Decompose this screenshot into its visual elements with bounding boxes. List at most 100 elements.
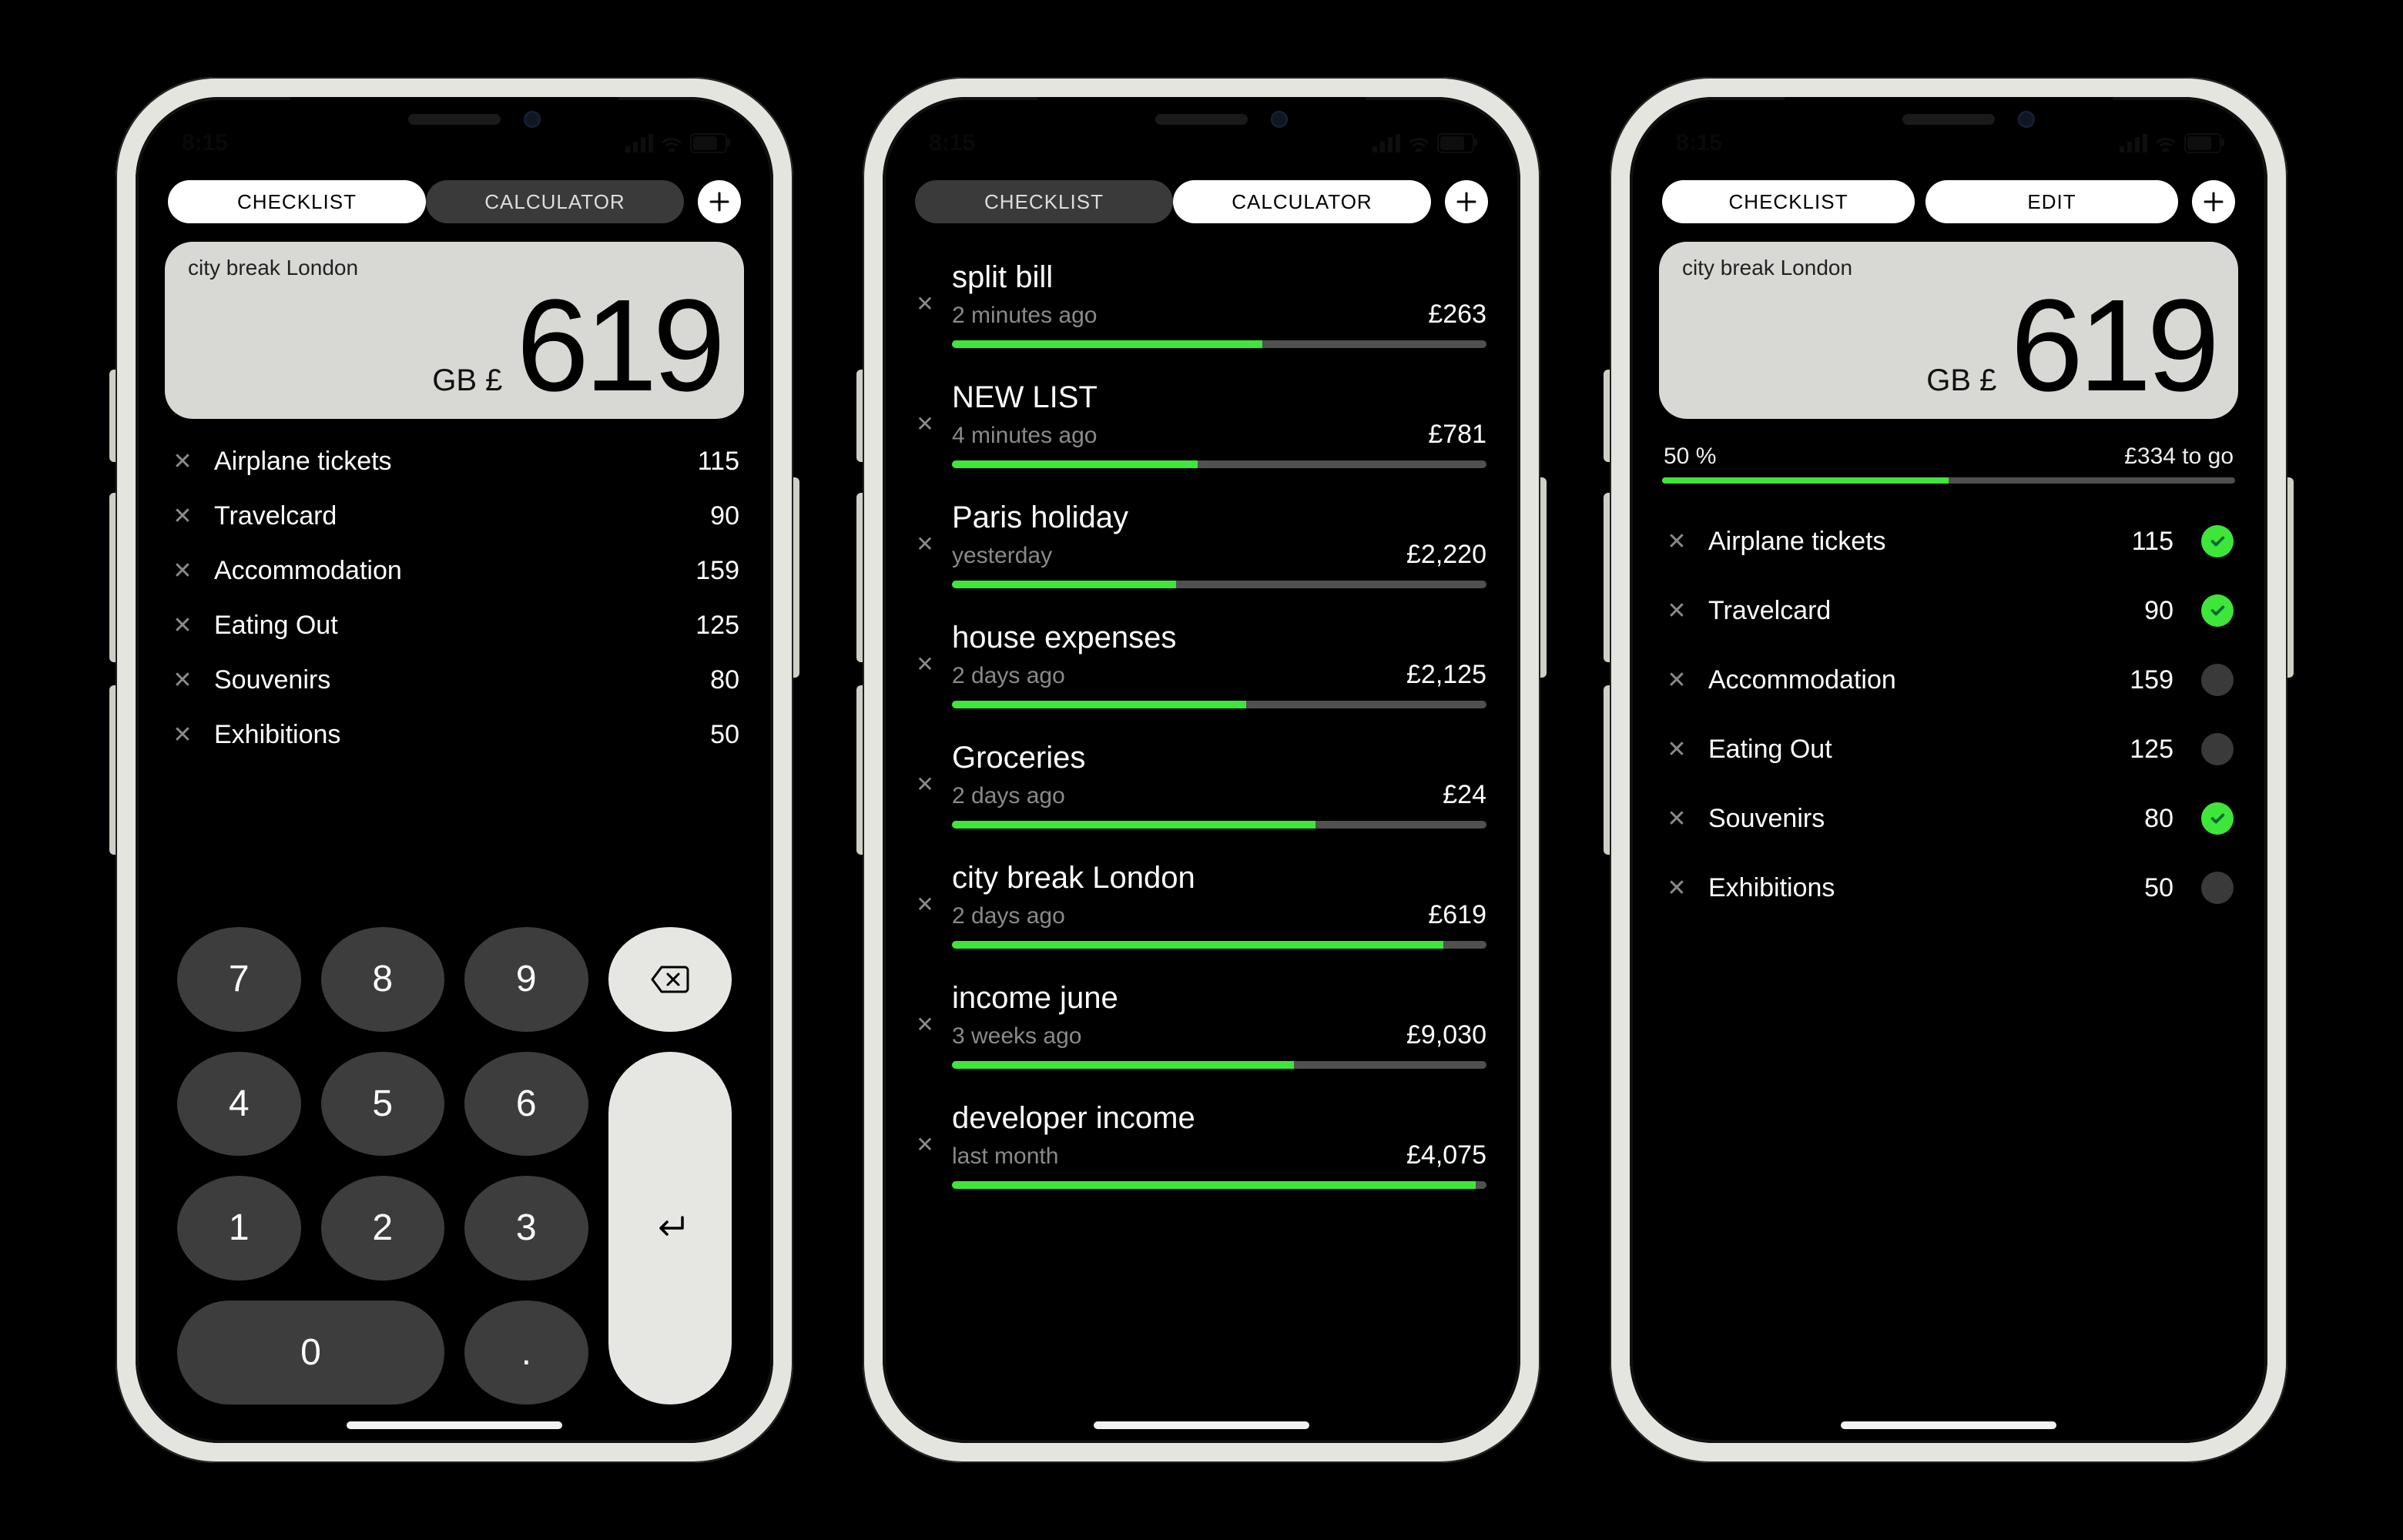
currency-label: GB £ (1926, 363, 1996, 398)
progress-bar (1662, 477, 2235, 484)
tab-calculator[interactable]: CALCULATOR (1173, 180, 1431, 223)
checklist-item[interactable]: ✕Travelcard90 (1656, 576, 2241, 645)
saved-list-item[interactable]: ✕house expenses2 days ago£2,125 (909, 610, 1494, 724)
check-toggle[interactable] (2201, 594, 2234, 627)
home-indicator[interactable] (1841, 1421, 2056, 1429)
delete-icon[interactable]: ✕ (913, 500, 937, 557)
mode-segment: CHECKLIST CALCULATOR (915, 180, 1431, 223)
delete-icon[interactable]: ✕ (913, 380, 937, 437)
key-9[interactable]: 9 (464, 927, 588, 1032)
key-8[interactable]: 8 (321, 927, 445, 1032)
delete-icon[interactable]: ✕ (169, 448, 196, 475)
lists-container[interactable]: ✕split bill2 minutes ago£263✕NEW LIST4 m… (909, 242, 1494, 1412)
checklist-item[interactable]: ✕Eating Out125 (1656, 715, 2241, 784)
checklist-item[interactable]: ✕Accommodation159 (1656, 645, 2241, 715)
checklist-item[interactable]: ✕Souvenirs80 (1656, 784, 2241, 853)
home-indicator[interactable] (1094, 1421, 1309, 1429)
key-0[interactable]: 0 (177, 1301, 444, 1405)
item-value: 115 (698, 447, 739, 477)
list-item[interactable]: ✕Travelcard90 (162, 489, 747, 544)
item-value: 50 (2144, 873, 2173, 903)
key-7[interactable]: 7 (177, 927, 301, 1032)
check-toggle[interactable] (2201, 872, 2234, 904)
item-value: 159 (2130, 665, 2173, 695)
tab-checklist[interactable]: CHECKLIST (168, 180, 426, 223)
home-indicator[interactable] (347, 1421, 562, 1429)
delete-icon[interactable]: ✕ (913, 981, 937, 1037)
list-item[interactable]: ✕ Eating Out 125 (162, 598, 747, 653)
saved-list-item[interactable]: ✕NEW LIST4 minutes ago£781 (909, 370, 1494, 484)
total-amount: 619 (2010, 280, 2215, 411)
list-item[interactable]: ✕Accommodation159 (162, 544, 747, 598)
delete-icon[interactable]: ✕ (913, 741, 937, 797)
tab-checklist[interactable]: CHECKLIST (915, 180, 1173, 223)
key-2[interactable]: 2 (321, 1176, 445, 1281)
keypad: 7 8 9 4 5 6 1 2 3 0 . (162, 919, 747, 1412)
check-toggle[interactable] (2201, 525, 2234, 557)
checklist-item[interactable]: ✕Airplane tickets115 (1656, 507, 2241, 576)
currency-label: GB £ (432, 363, 502, 398)
phone-checklist: 8:15 CHECKLIST EDIT city break London (1610, 77, 2287, 1463)
key-5[interactable]: 5 (321, 1052, 445, 1157)
delete-icon[interactable]: ✕ (169, 503, 196, 530)
delete-icon[interactable]: ✕ (1664, 528, 1690, 555)
add-button[interactable] (1445, 180, 1488, 223)
list-name: house expenses (952, 621, 1486, 655)
list-progress-bar (952, 1181, 1486, 1189)
total-card: city break London GB £ 619 (165, 242, 744, 419)
check-icon (2209, 602, 2226, 619)
check-toggle[interactable] (2201, 664, 2234, 696)
list-item[interactable]: ✕Exhibitions50 (162, 708, 747, 762)
checklist-item[interactable]: ✕ Exhibitions 50 (1656, 853, 2241, 922)
saved-list-item[interactable]: ✕Groceries2 days ago£24 (909, 730, 1494, 844)
tab-edit[interactable]: EDIT (1925, 180, 2178, 223)
phone-calculator: 8:15 CHECKLIST CALCULATOR city break Lon… (116, 77, 793, 1463)
item-value: 125 (695, 611, 739, 641)
delete-icon[interactable]: ✕ (1664, 667, 1690, 694)
saved-list-item[interactable]: ✕split bill2 minutes ago£263 (909, 249, 1494, 363)
delete-icon[interactable]: ✕ (169, 721, 196, 748)
item-label: Eating Out (214, 611, 677, 641)
key-enter[interactable] (608, 1052, 732, 1405)
item-list: ✕Airplane tickets115✕Travelcard90✕Accomm… (162, 434, 747, 919)
delete-icon[interactable]: ✕ (169, 667, 196, 694)
key-6[interactable]: 6 (464, 1052, 588, 1157)
delete-icon[interactable]: ✕ (913, 260, 937, 316)
check-toggle[interactable] (2201, 733, 2234, 765)
tab-calculator[interactable]: CALCULATOR (426, 180, 684, 223)
add-button[interactable] (698, 180, 741, 223)
key-4[interactable]: 4 (177, 1052, 301, 1157)
delete-icon[interactable]: ✕ (169, 612, 196, 639)
saved-list-item[interactable]: ✕income june3 weeks ago£9,030 (909, 970, 1494, 1084)
delete-icon[interactable]: ✕ (913, 621, 937, 677)
list-name: NEW LIST (952, 380, 1486, 415)
delete-icon[interactable]: ✕ (913, 1101, 937, 1157)
key-dot[interactable]: . (464, 1301, 588, 1405)
check-toggle[interactable] (2201, 802, 2234, 835)
key-1[interactable]: 1 (177, 1176, 301, 1281)
list-item[interactable]: ✕Souvenirs80 (162, 653, 747, 708)
delete-icon[interactable]: ✕ (1664, 598, 1690, 624)
add-button[interactable] (2192, 180, 2235, 223)
list-amount: £4,075 (1406, 1140, 1486, 1170)
delete-icon[interactable]: ✕ (913, 861, 937, 917)
list-item[interactable]: ✕Airplane tickets115 (162, 434, 747, 489)
delete-icon[interactable]: ✕ (169, 557, 196, 584)
delete-icon[interactable]: ✕ (1664, 805, 1690, 832)
key-3[interactable]: 3 (464, 1176, 588, 1281)
saved-list-item[interactable]: ✕developer incomelast month£4,075 (909, 1090, 1494, 1204)
item-label: Exhibitions (1708, 873, 2126, 903)
list-amount: £2,220 (1406, 540, 1486, 570)
list-name: developer income (952, 1101, 1486, 1136)
delete-icon[interactable]: ✕ (1664, 736, 1690, 763)
saved-list-item[interactable]: ✕city break London2 days ago£619 (909, 850, 1494, 964)
key-backspace[interactable] (608, 927, 732, 1032)
tab-checklist[interactable]: CHECKLIST (1662, 180, 1915, 223)
list-name: Groceries (952, 741, 1486, 775)
plus-icon (1455, 190, 1478, 213)
signal-icon (625, 134, 653, 152)
delete-icon[interactable]: ✕ (1664, 875, 1690, 902)
list-amount: £24 (1443, 780, 1486, 810)
progress-header: 50 % £334 to go (1656, 434, 2241, 477)
saved-list-item[interactable]: ✕Paris holidayyesterday£2,220 (909, 490, 1494, 604)
